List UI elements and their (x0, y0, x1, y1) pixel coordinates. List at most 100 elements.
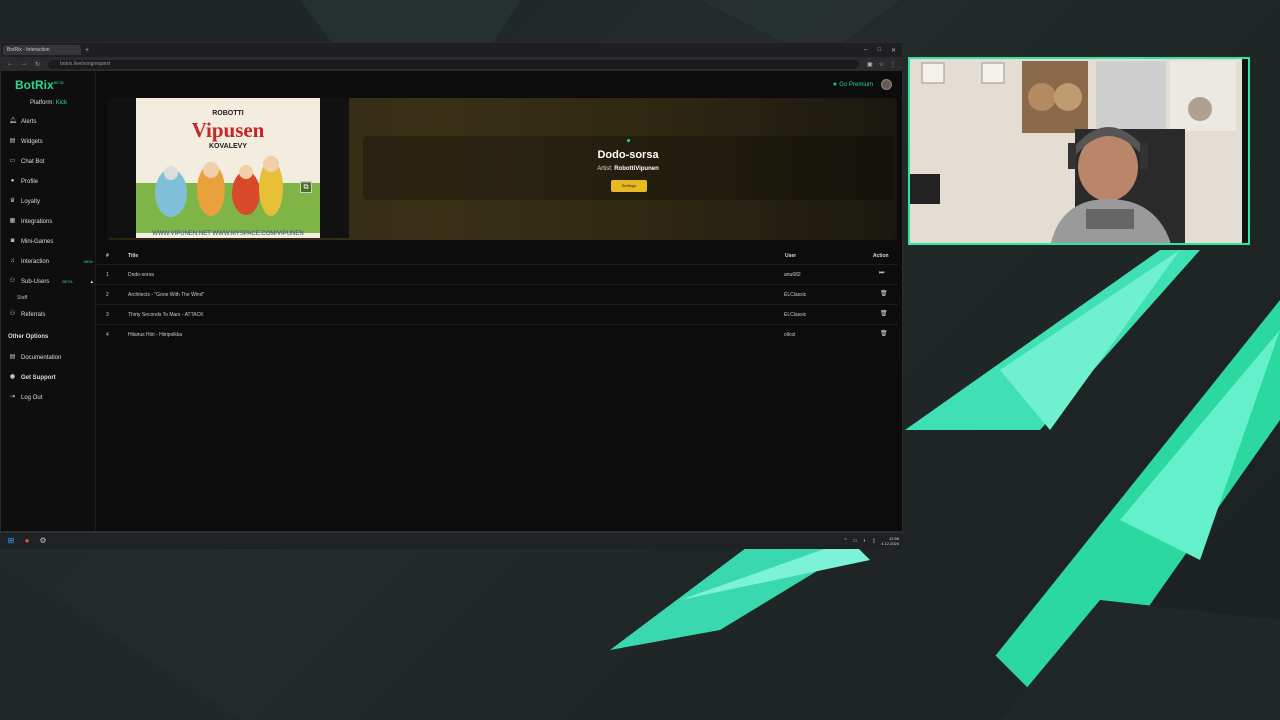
sidebar-item-chat-bot[interactable]: ▭ Chat Bot (9, 158, 93, 165)
trash-icon[interactable]: 🗑︎ (880, 310, 888, 317)
song-info-panel: Dodo-sorsa Artist: RobottiVipunen Settin… (363, 136, 893, 200)
settings-app-icon[interactable]: ⚙ (38, 536, 48, 546)
sidebar-item-widgets[interactable]: ▤ Widgets (9, 138, 93, 145)
row-title: Architects - "Gone With The Wind" (128, 292, 205, 298)
browser-app-icon[interactable]: ● (22, 536, 32, 546)
windows-start-icon[interactable]: ⊞ (6, 536, 16, 546)
beta-badge: BETA (62, 279, 73, 284)
table-row: 1 Dodo-sorsa anu682 ⏭ (97, 264, 898, 284)
gamepad-icon: ◙ (10, 238, 15, 244)
bell-icon: 🔔︎ (9, 118, 17, 124)
column-header-num: # (106, 253, 109, 259)
logo[interactable]: BotRixBETA (15, 78, 64, 92)
grid-icon: ▦ (9, 218, 16, 224)
webcam-feed (910, 59, 1248, 243)
table-row: 4 Hilarius Hiiri - Hiiripolkka ollcol 🗑︎ (97, 324, 898, 344)
bookmark-star-icon[interactable]: ☆ (879, 61, 884, 68)
row-user: ollcol (784, 332, 796, 338)
artist-name: RobottiVipunen (614, 166, 659, 172)
row-num: 1 (106, 272, 109, 278)
app-root: BotRixBETA Platform: Kick 🔔︎ Alerts ▤ Widg… (1, 71, 902, 531)
other-options-heading: Other Options (8, 334, 49, 340)
row-num: 2 (106, 292, 109, 298)
chevron-up-icon[interactable]: ▴ (90, 279, 93, 285)
cover-subtitle-text: KOVALEVY (209, 143, 247, 150)
sidebar-item-integrations[interactable]: ▦ Integrations (9, 218, 93, 225)
sub-users-icon: ⚇ (9, 278, 16, 284)
sidebar-item-mini-games[interactable]: ◙ Mini-Games (9, 238, 93, 245)
now-playing-banner: ROBOTTI Vipusen KOVALEVY WWW.VIPUNEN.NET… (107, 98, 897, 240)
extension-icon[interactable]: ▣ (867, 61, 873, 68)
column-header-title: Title (128, 253, 139, 259)
table-row: 3 Thirty Seconds To Mars - ATTACK ELClas… (97, 304, 898, 324)
open-external-icon[interactable]: ⧉ (300, 181, 312, 193)
back-icon[interactable]: ← (7, 61, 13, 67)
sidebar: BotRixBETA Platform: Kick 🔔︎ Alerts ▤ Widg… (1, 71, 96, 531)
trophy-icon: ♛ (9, 198, 16, 204)
sidebar-item-interaction[interactable]: ♫ Interaction NEW (9, 258, 93, 265)
webcam-overlay (908, 57, 1250, 245)
cover-url-text: WWW.VIPUNEN.NET WWW.MYSPACE.COM/VIPUNEN (152, 231, 304, 237)
maximize-button[interactable]: □ (877, 47, 881, 54)
volume-icon[interactable]: ◐ (863, 538, 866, 544)
desktop-background: BotRix - Interaction + – □ ✕ ← → ↻ botri… (0, 0, 1280, 720)
sidebar-subitem-staff[interactable]: Staff (17, 295, 27, 301)
battery-icon[interactable]: ▯ (872, 538, 875, 544)
go-premium-link[interactable]: ★ Go Premium (832, 81, 873, 88)
address-bar: ← → ↻ botrix.live/songrequest ▣ ☆ ⋮ (1, 57, 902, 71)
chat-icon: ▭ (9, 158, 16, 164)
trash-icon[interactable]: 🗑︎ (880, 330, 888, 337)
platform-value: Kick (55, 100, 68, 106)
music-icon: ♫ (10, 258, 15, 264)
sidebar-item-alerts[interactable]: 🔔︎ Alerts (9, 118, 93, 125)
window-controls: – □ ✕ (864, 47, 902, 54)
sidebar-item-documentation[interactable]: ▤ Documentation (9, 354, 93, 361)
menu-icon[interactable]: ⋮ (890, 61, 896, 68)
network-icon[interactable]: ▭ (853, 538, 858, 544)
new-badge: NEW (83, 259, 93, 264)
logo-badge: BETA (53, 80, 64, 85)
browser-tab[interactable]: BotRix - Interaction (3, 45, 81, 55)
artist-line: Artist: RobottiVipunen (597, 166, 659, 172)
sidebar-item-loyalty[interactable]: ♛ Loyalty (9, 198, 93, 205)
row-user: ELClassic (784, 292, 807, 298)
trash-icon[interactable]: 🗑︎ (880, 290, 888, 297)
forward-icon[interactable]: → (21, 61, 27, 67)
reload-icon[interactable]: ↻ (35, 61, 40, 68)
settings-button[interactable]: Settings (611, 180, 647, 192)
row-title: Dodo-sorsa (128, 272, 154, 278)
sidebar-item-sub-users[interactable]: ⚇ Sub-Users BETA ▴ (9, 278, 93, 285)
tab-bar: BotRix - Interaction + – □ ✕ (1, 43, 902, 57)
column-header-action: Action (873, 253, 889, 259)
sidebar-item-profile[interactable]: ● Profile (9, 178, 93, 185)
widgets-icon: ▤ (9, 138, 16, 144)
cover-title-text: Vipusen (191, 118, 265, 142)
platform-indicator: Platform: Kick (30, 100, 68, 106)
taskbar-clock[interactable]: 12:58 4.12.2024 (881, 536, 899, 546)
url-field[interactable]: botrix.live/songrequest (48, 59, 859, 69)
avatar[interactable] (881, 79, 892, 90)
taskbar: ⊞ ● ⚙ ^ ▭ ◐ ▯ 12:58 4.12.2024 (0, 532, 903, 549)
table-row: 2 Architects - "Gone With The Wind" ELCl… (97, 284, 898, 304)
row-num: 3 (106, 312, 109, 318)
tray-chevron-icon[interactable]: ^ (844, 538, 846, 544)
album-cover: ROBOTTI Vipusen KOVALEVY WWW.VIPUNEN.NET… (136, 98, 320, 238)
skip-icon[interactable]: ⏭ (879, 270, 884, 277)
support-icon: ◉ (9, 374, 16, 380)
close-window-button[interactable]: ✕ (891, 47, 896, 54)
logout-icon: ⇥ (9, 394, 16, 400)
top-right-controls: ★ Go Premium (832, 79, 892, 90)
playing-indicator (627, 139, 630, 142)
cover-top-text: ROBOTTI (212, 110, 244, 117)
sidebar-item-referrals[interactable]: ⚇ Referrals (9, 311, 93, 318)
referrals-icon: ⚇ (9, 311, 16, 317)
row-user: ELClassic (784, 312, 807, 318)
minimize-button[interactable]: – (864, 47, 867, 54)
document-icon: ▤ (9, 354, 16, 360)
sidebar-item-log-out[interactable]: ⇥ Log Out (9, 394, 93, 401)
address-bar-icons: ▣ ☆ ⋮ (867, 61, 896, 68)
user-icon: ● (10, 178, 15, 184)
sidebar-item-get-support[interactable]: ◉ Get Support (9, 374, 93, 381)
new-tab-button[interactable]: + (85, 47, 89, 54)
row-user: anu682 (784, 272, 801, 278)
